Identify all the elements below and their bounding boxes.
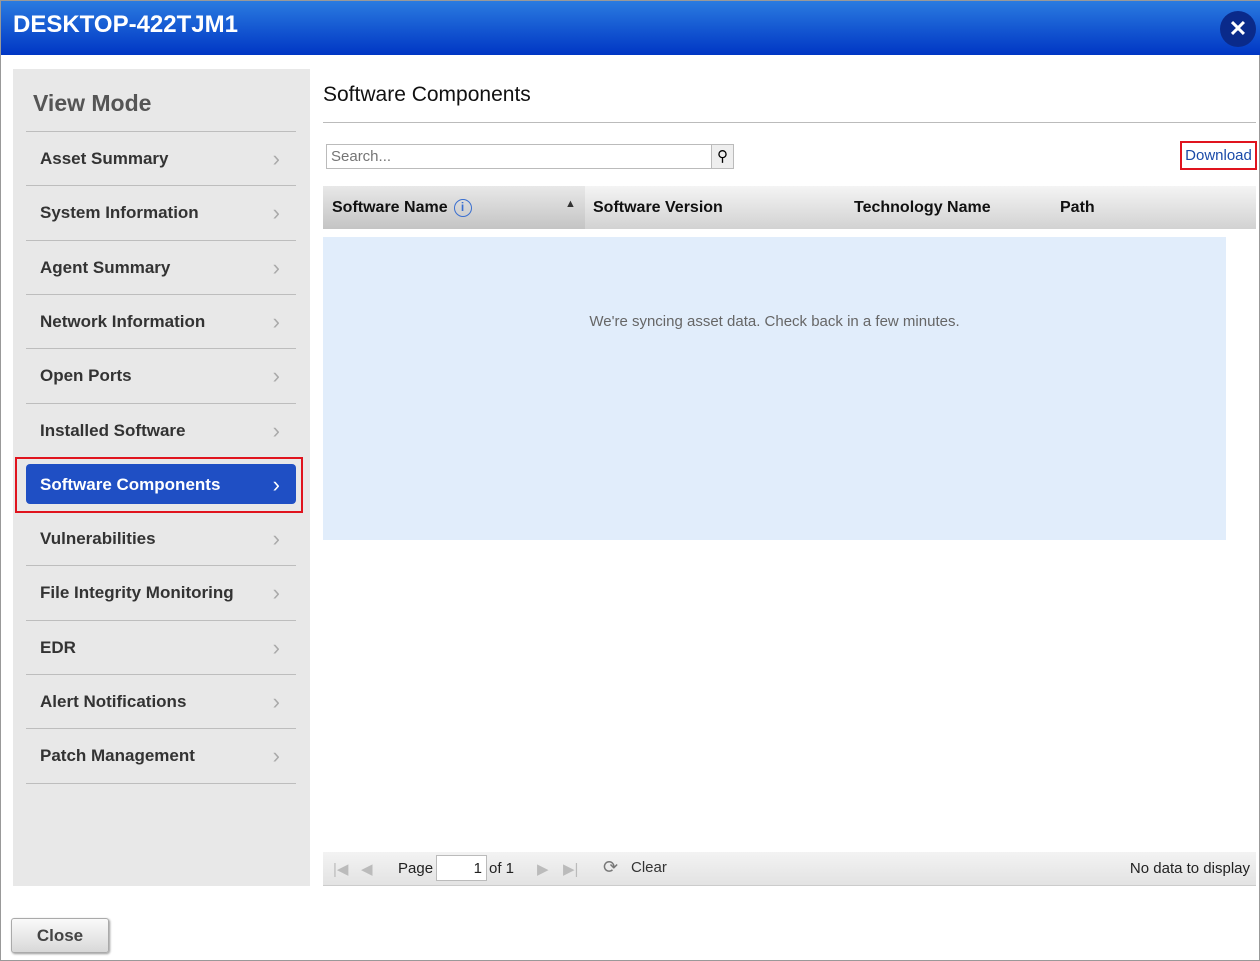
column-path[interactable]: Path (1060, 199, 1095, 217)
table-body: We're syncing asset data. Check back in … (323, 237, 1226, 540)
divider (26, 782, 296, 784)
chevron-right-icon: › (272, 689, 280, 714)
chevron-right-icon: › (272, 526, 280, 552)
sidebar-item-patch-management[interactable]: Patch Management › (26, 728, 296, 782)
sidebar-item-agent-summary[interactable]: Agent Summary › (26, 239, 296, 294)
last-page-icon[interactable]: ▶| (563, 860, 578, 878)
sidebar-item-label: Installed Software (40, 420, 186, 440)
sidebar-item-label: Asset Summary (40, 149, 169, 168)
sidebar-item-file-integrity-monitoring[interactable]: File Integrity Monitoring › (26, 565, 296, 619)
chevron-right-icon: › (272, 200, 280, 226)
download-link[interactable]: Download (1180, 141, 1257, 170)
title-bar: DESKTOP-422TJM1 ✕ (1, 1, 1260, 55)
chevron-right-icon: › (272, 146, 280, 171)
sidebar-item-system-information[interactable]: System Information › (26, 185, 296, 239)
sidebar-item-label: EDR (40, 637, 76, 657)
pager-status: No data to display (1129, 860, 1250, 877)
chevron-right-icon: › (272, 363, 280, 389)
sidebar-item-edr[interactable]: EDR › (26, 619, 296, 674)
sidebar-item-label: Network Information (40, 311, 206, 331)
sidebar-item-label: Vulnerabilities (40, 529, 156, 549)
column-software-version[interactable]: Software Version (593, 199, 723, 217)
divider (323, 122, 1256, 123)
first-page-icon[interactable]: |◀ (333, 860, 348, 878)
chevron-right-icon: › (272, 254, 280, 280)
pagination-bar: |◀ ◀ Page 1 of 1 ▶ ▶| ⟳ Clear No data to… (323, 852, 1256, 886)
empty-message: We're syncing asset data. Check back in … (589, 313, 960, 330)
column-technology-name[interactable]: Technology Name (854, 199, 991, 217)
sidebar-item-alert-notifications[interactable]: Alert Notifications › (26, 674, 296, 728)
page-count: of 1 (489, 860, 515, 877)
sidebar-item-label: File Integrity Monitoring (40, 583, 234, 603)
sidebar-item-label: Patch Management (40, 746, 195, 766)
sidebar-heading: View Mode (33, 90, 152, 116)
close-icon[interactable]: ✕ (1220, 11, 1256, 47)
sidebar-item-label: System Information (40, 203, 199, 223)
column-software-name[interactable]: Software Name i (332, 199, 472, 217)
chevron-right-icon: › (272, 634, 280, 660)
highlight-box (15, 457, 303, 513)
table-header: Software Name i ▲ Software Version Techno… (323, 186, 1256, 229)
page-label: Page (398, 860, 434, 877)
info-icon[interactable]: i (453, 199, 472, 217)
page-input[interactable]: 1 (436, 855, 487, 881)
chevron-right-icon: › (272, 417, 280, 443)
sidebar-item-label: Alert Notifications (40, 692, 187, 711)
next-page-icon[interactable]: ▶ (537, 860, 549, 878)
sidebar-item-installed-software[interactable]: Installed Software › (26, 402, 296, 457)
chevron-right-icon: › (272, 743, 280, 769)
search-icon[interactable]: ⚲ (711, 144, 734, 169)
sidebar-item-label: Agent Summary (40, 257, 171, 277)
refresh-icon[interactable]: ⟳ (603, 857, 618, 878)
chevron-right-icon: › (272, 308, 280, 334)
sidebar-item-label: Open Ports (40, 366, 132, 386)
sidebar-item-network-information[interactable]: Network Information › (26, 293, 296, 348)
sidebar-item-vulnerabilities[interactable]: Vulnerabilities › (26, 511, 296, 565)
page-title: Software Components (323, 83, 531, 106)
search-input[interactable] (326, 144, 712, 169)
prev-page-icon[interactable]: ◀ (361, 860, 373, 878)
sidebar-item-open-ports[interactable]: Open Ports › (26, 348, 296, 402)
window-title: DESKTOP-422TJM1 (13, 11, 238, 38)
sort-asc-icon: ▲ (565, 198, 576, 210)
sidebar-item-asset-summary[interactable]: Asset Summary › (26, 131, 296, 185)
clear-button[interactable]: Clear (631, 859, 667, 876)
chevron-right-icon: › (272, 580, 280, 606)
close-button[interactable]: Close (11, 918, 109, 953)
